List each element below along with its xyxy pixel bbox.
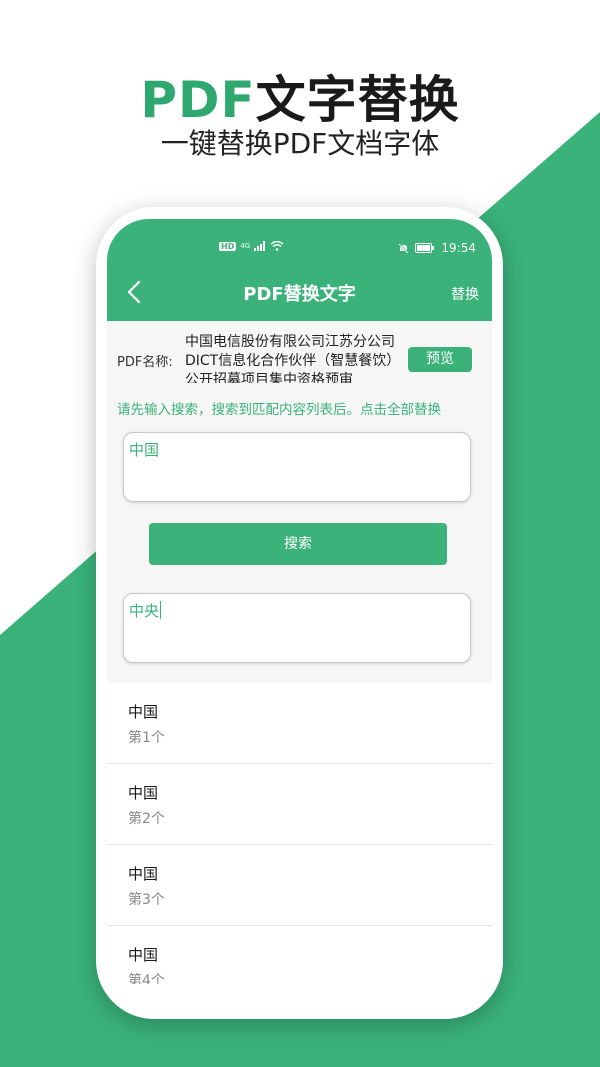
file-name-row: PDF名称: 中国电信股份有限公司江苏分公司DICT信息化合作伙伴（智慧餐饮）公…	[117, 333, 482, 383]
result-index: 第1个	[128, 730, 165, 746]
network-label: 4G	[240, 242, 251, 250]
app-bar: HD 4G 19:54 PDF替换文字 替换	[107, 219, 492, 321]
replace-input-value: 中央	[129, 602, 160, 620]
result-index: 第4个	[128, 973, 165, 984]
battery-icon	[415, 243, 435, 253]
form-panel: PDF名称: 中国电信股份有限公司江苏分公司DICT信息化合作伙伴（智慧餐饮）公…	[107, 321, 492, 683]
preview-button[interactable]: 预览	[408, 347, 472, 372]
result-index: 第3个	[128, 892, 165, 908]
signal-icon	[254, 241, 266, 251]
list-item[interactable]: 中国 第1个	[107, 683, 492, 764]
top-bar: PDF替换文字 替换	[107, 274, 492, 310]
text-caret	[160, 601, 162, 619]
phone-frame: HD 4G 19:54 PDF替换文字 替换 PDF名称: 中国电信股份有限公司…	[96, 207, 503, 1019]
result-title: 中国	[128, 703, 159, 721]
result-title: 中国	[128, 865, 159, 883]
replace-action-button[interactable]: 替换	[451, 284, 479, 304]
status-time: 19:54	[441, 241, 476, 255]
search-input-value: 中国	[129, 441, 160, 459]
file-name-value: 中国电信股份有限公司江苏分公司DICT信息化合作伙伴（智慧餐饮）公开招募项目集中…	[185, 334, 401, 383]
result-title: 中国	[128, 946, 159, 964]
file-name-label: PDF名称:	[117, 355, 173, 370]
results-list: 中国 第1个 中国 第2个 中国 第3个 中国 第4个	[107, 683, 492, 984]
hd-badge: HD	[219, 241, 237, 251]
result-index: 第2个	[128, 811, 165, 827]
phone-screen: HD 4G 19:54 PDF替换文字 替换 PDF名称: 中国电信股份有限公司…	[107, 219, 492, 984]
instruction-hint: 请先输入搜索，搜索到匹配内容列表后。点击全部替换	[117, 402, 441, 418]
replace-input[interactable]: 中央	[123, 593, 471, 663]
result-title: 中国	[128, 784, 159, 802]
wifi-icon	[270, 241, 284, 251]
search-button[interactable]: 搜索	[149, 523, 447, 565]
hero-subtitle: 一键替换PDF文档字体	[160, 127, 440, 160]
status-bar-right: 19:54	[398, 241, 476, 255]
list-item[interactable]: 中国 第3个	[107, 845, 492, 926]
list-item[interactable]: 中国 第4个	[107, 926, 492, 984]
status-bar-signals: HD 4G	[219, 241, 284, 251]
list-item[interactable]: 中国 第2个	[107, 764, 492, 845]
status-bar: HD 4G 19:54	[107, 241, 492, 257]
page-title: PDF替换文字	[243, 284, 356, 305]
search-input[interactable]: 中国	[123, 432, 471, 502]
mute-bell-icon	[398, 242, 410, 254]
